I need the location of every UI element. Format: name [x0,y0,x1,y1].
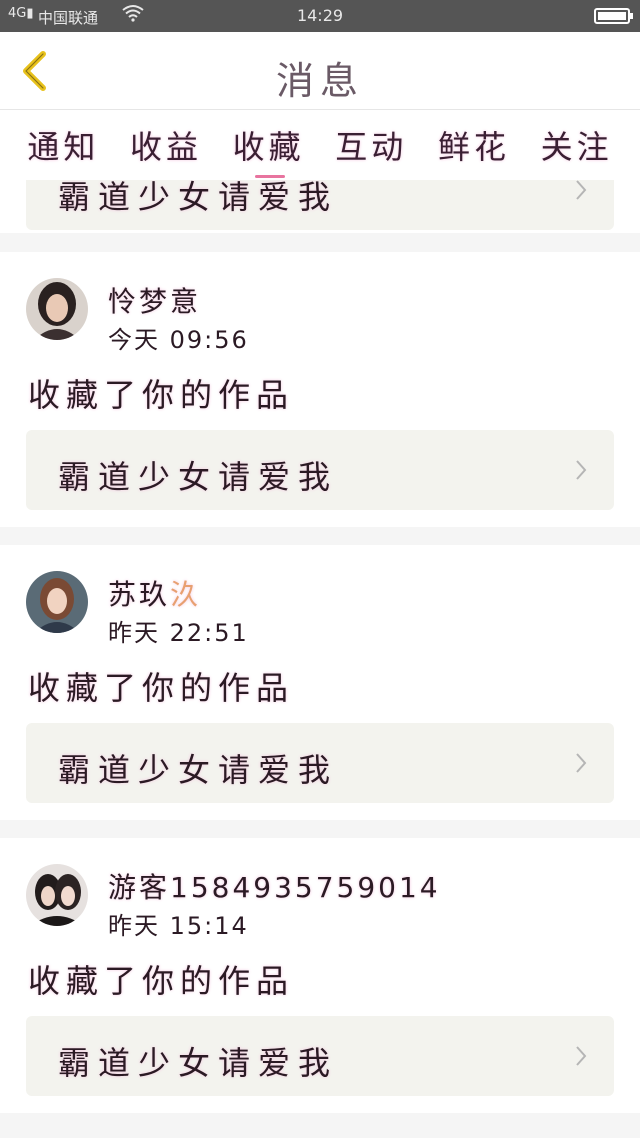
status-bar: 4G▮ 中国联通 14:29 [0,0,640,32]
work-title: 霸道少女请爱我 [58,180,339,216]
list-item: 怜梦意 今天 09:56 收藏了你的作品 霸道少女请爱我 [0,252,640,527]
work-link[interactable]: 霸道少女请爱我 [26,430,614,510]
timestamp: 今天 09:56 [108,326,249,354]
work-link[interactable]: 霸道少女请爱我 [26,1016,614,1096]
username[interactable]: 游客1584935759014 [108,866,441,906]
tab-flowers[interactable]: 鲜花 [438,122,510,168]
username[interactable]: 怜梦意 [108,280,201,320]
tab-favorites[interactable]: 收藏 [233,122,305,178]
clock: 14:29 [296,6,344,25]
chevron-right-icon [576,753,587,773]
list-item: 苏玖汣 昨天 22:51 收藏了你的作品 霸道少女请爱我 [0,545,640,820]
username[interactable]: 苏玖汣 [108,573,201,613]
battery-icon [594,8,633,24]
header: 消息 [0,32,640,110]
username-text: 游客1584935759014 [108,871,441,904]
tab-bar: 通知 收益 收藏 互动 鲜花 关注 [0,110,640,180]
list-item: 霸道少女请爱我 [0,180,640,233]
avatar[interactable] [26,864,88,926]
timestamp: 昨天 15:14 [108,912,249,940]
tab-earnings[interactable]: 收益 [130,122,202,168]
action-text: 收藏了你的作品 [28,962,295,1000]
timestamp: 昨天 22:51 [108,619,249,647]
work-link[interactable]: 霸道少女请爱我 [26,723,614,803]
chevron-right-icon [576,180,587,200]
tab-following[interactable]: 关注 [541,122,613,168]
list-item: 游客1584935759014 昨天 15:14 收藏了你的作品 霸道少女请爱我 [0,838,640,1113]
work-title: 霸道少女请爱我 [58,751,339,789]
tab-notifications[interactable]: 通知 [27,122,99,168]
work-title: 霸道少女请爱我 [58,458,339,496]
chevron-right-icon [576,460,587,480]
username-text: 苏玖 [108,578,171,611]
work-title: 霸道少女请爱我 [58,1044,339,1082]
username-text: 怜梦意 [108,285,202,318]
tab-interactions[interactable]: 互动 [335,122,407,168]
avatar[interactable] [26,571,88,633]
page-title: 消息 [275,59,364,103]
chevron-right-icon [576,1046,587,1066]
username-accent: 汣 [170,578,202,611]
action-text: 收藏了你的作品 [28,376,295,414]
action-text: 收藏了你的作品 [28,669,295,707]
avatar[interactable] [26,278,88,340]
work-link[interactable]: 霸道少女请爱我 [26,180,614,230]
